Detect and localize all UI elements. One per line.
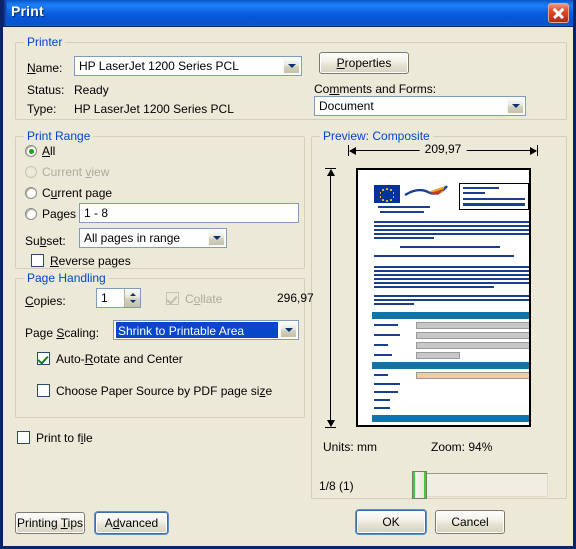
page-preview-content xyxy=(358,170,529,425)
advanced-button-label: Advanced xyxy=(104,516,159,530)
subset-label: Subset: xyxy=(25,234,66,248)
dim-arrow-bottom xyxy=(326,420,335,427)
reverse-pages-checkbox[interactable] xyxy=(31,254,44,267)
print-range-group-legend: Print Range xyxy=(24,129,94,143)
section-band-administrative xyxy=(372,312,529,319)
print-to-file-label: Print to file xyxy=(36,431,93,445)
radio-all[interactable] xyxy=(25,145,37,157)
subset-value: All pages in range xyxy=(84,231,181,245)
preview-height-dimension: 296,97 xyxy=(277,168,337,428)
paper-source-checkbox[interactable] xyxy=(37,384,50,397)
chevron-down-icon[interactable] xyxy=(280,322,297,338)
dim-arrow-top xyxy=(326,169,335,176)
radio-current-view-label: Current view xyxy=(42,165,110,179)
printer-type-value: HP LaserJet 1200 Series PCL xyxy=(74,102,234,116)
cancel-button[interactable]: Cancel xyxy=(435,510,505,534)
dim-cap-right xyxy=(537,145,538,156)
printer-name-combo[interactable]: HP LaserJet 1200 Series PCL xyxy=(74,56,302,76)
page-slider-thumb[interactable] xyxy=(412,471,427,499)
chevron-down-icon[interactable] xyxy=(208,230,225,246)
printer-type-label: Type: xyxy=(27,102,57,116)
paper-source-label: Choose Paper Source by PDF page size xyxy=(56,384,273,398)
collate-checkbox[interactable] xyxy=(166,292,179,305)
chevron-down-icon[interactable] xyxy=(507,98,524,114)
dim-line xyxy=(330,170,331,426)
page-scaling-label: Page Scaling: xyxy=(25,326,100,340)
application-form-box xyxy=(459,183,529,210)
radio-current-view[interactable] xyxy=(25,166,37,178)
radio-all-label: All xyxy=(42,144,56,158)
dim-arrow-right xyxy=(530,146,537,155)
radio-pages[interactable] xyxy=(25,208,37,220)
page-preview-thumbnail[interactable] xyxy=(356,168,531,427)
copies-stepper[interactable]: 1 xyxy=(96,288,141,308)
page-indicator: 1/8 (1) xyxy=(319,479,354,493)
page-handling-group-legend: Page Handling xyxy=(24,271,109,285)
advanced-button[interactable]: Advanced xyxy=(95,512,168,534)
title-bar: Print xyxy=(3,0,573,27)
preview-width-value: 209,97 xyxy=(419,142,467,156)
printer-name-value: HP LaserJet 1200 Series PCL xyxy=(79,59,239,73)
chevron-down-icon[interactable] xyxy=(283,58,300,74)
page-scaling-value: Shrink to Printable Area xyxy=(116,322,278,338)
copies-label: Copies: xyxy=(25,294,66,308)
print-to-file-checkbox[interactable] xyxy=(17,431,30,444)
properties-button-label: Properties xyxy=(336,56,392,70)
printing-tips-button-label: Printing Tips xyxy=(16,516,84,530)
print-dialog: Print Printer Name: HP LaserJet 1200 Ser… xyxy=(0,0,576,549)
auto-rotate-checkbox[interactable] xyxy=(37,352,50,365)
window-title: Print xyxy=(11,3,44,19)
comments-and-forms-combo[interactable]: Document xyxy=(314,96,526,116)
comments-and-forms-value: Document xyxy=(319,99,374,113)
ok-button-label: OK xyxy=(382,515,400,529)
stepper-arrows-icon[interactable] xyxy=(124,289,140,307)
printer-status-label: Status: xyxy=(27,83,65,97)
titlebar-left-edge xyxy=(3,0,7,26)
pages-input[interactable]: 1 - 8 xyxy=(79,203,299,223)
radio-current-page[interactable] xyxy=(25,187,37,199)
section-band-national-agency xyxy=(372,362,529,369)
eu-flag-graphic xyxy=(374,185,400,203)
printing-tips-button[interactable]: Printing Tips xyxy=(15,512,85,534)
comments-and-forms-label: Comments and Forms: xyxy=(314,82,437,96)
cancel-button-label: Cancel xyxy=(451,515,489,529)
reverse-pages-label: Reverse pages xyxy=(50,254,131,268)
copies-value: 1 xyxy=(101,291,108,305)
collate-label: Collate xyxy=(185,292,223,306)
ok-button[interactable]: OK xyxy=(356,510,426,534)
properties-button[interactable]: Properties xyxy=(319,52,409,74)
dim-cap-bottom xyxy=(325,427,336,428)
preview-width-dimension: 209,97 xyxy=(348,142,538,157)
page-scaling-combo[interactable]: Shrink to Printable Area xyxy=(113,320,299,340)
section-band-applicant xyxy=(372,415,529,422)
printer-group-legend: Printer xyxy=(24,35,66,49)
preview-group-legend: Preview: Composite xyxy=(320,129,433,143)
auto-rotate-label: Auto-Rotate and Center xyxy=(56,352,183,366)
dim-arrow-left xyxy=(349,146,356,155)
units-label: Units: mm xyxy=(323,440,377,454)
radio-pages-label: Pages xyxy=(42,207,77,221)
programme-logo-icon xyxy=(404,185,448,197)
printer-name-label: Name: xyxy=(27,61,63,75)
subset-combo[interactable]: All pages in range xyxy=(79,228,227,248)
printer-status-value: Ready xyxy=(74,83,109,97)
radio-current-page-label: Current page xyxy=(42,186,113,200)
preview-height-value: 296,97 xyxy=(277,291,314,305)
zoom-label: Zoom: 94% xyxy=(431,440,493,454)
page-slider-track[interactable] xyxy=(415,473,548,497)
close-icon[interactable] xyxy=(548,3,569,23)
